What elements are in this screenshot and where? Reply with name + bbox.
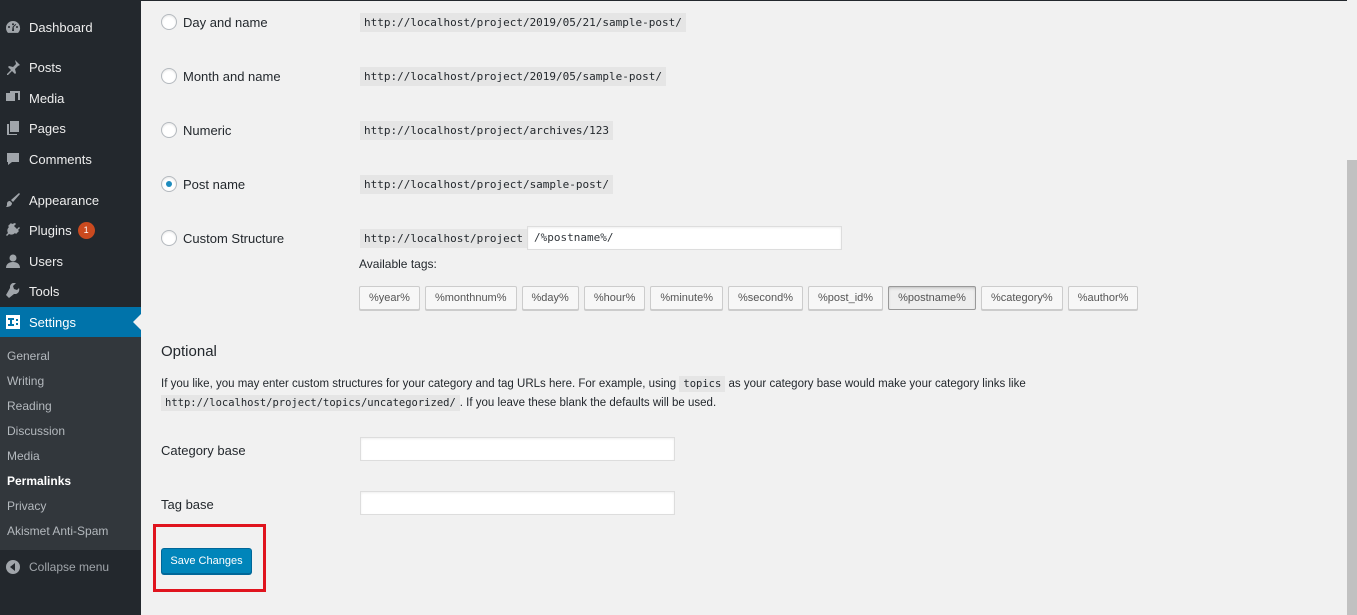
menu-label: Appearance (29, 192, 100, 208)
submenu-writing[interactable]: Writing (7, 374, 44, 388)
category-base-label: Category base (161, 443, 246, 458)
option-custom-structure[interactable]: Custom Structure (161, 230, 284, 246)
example-post-name: http://localhost/project/sample-post/ (360, 175, 614, 194)
desc-code-topics: topics (679, 376, 726, 392)
example-numeric: http://localhost/project/archives/123 (360, 121, 614, 140)
settings-icon (5, 314, 21, 330)
menu-label: Pages (29, 120, 66, 136)
desc-code-example-url: http://localhost/project/topics/uncatego… (161, 395, 460, 411)
brush-icon (5, 192, 21, 208)
submenu-media[interactable]: Media (7, 449, 40, 463)
comment-icon (5, 151, 21, 167)
scrollbar[interactable] (1347, 0, 1357, 615)
menu-label: Users (29, 253, 63, 269)
option-post-name[interactable]: Post name (161, 176, 245, 192)
menu-label: Tools (29, 283, 60, 299)
tag-base-label: Tag base (161, 497, 214, 512)
example-day-and-name: http://localhost/project/2019/05/21/samp… (360, 13, 686, 32)
menu-appearance[interactable]: Appearance (0, 185, 141, 215)
optional-description: If you like, you may enter custom struct… (161, 375, 1241, 413)
menu-tools[interactable]: Tools (0, 276, 141, 306)
tag-second-button[interactable]: %second% (727, 286, 804, 310)
submenu-general[interactable]: General (7, 349, 50, 363)
tag-post-id-button[interactable]: %post_id% (808, 286, 884, 310)
tag-year-button[interactable]: %year% (359, 286, 420, 310)
submenu-akismet[interactable]: Akismet Anti-Spam (7, 524, 108, 538)
tag-day-button[interactable]: %day% (521, 286, 579, 310)
tag-category-button[interactable]: %category% (980, 286, 1063, 310)
collapse-menu-label: Collapse menu (29, 560, 110, 574)
option-label: Post name (183, 176, 246, 192)
menu-comments[interactable]: Comments (0, 144, 141, 174)
submenu-discussion[interactable]: Discussion (7, 424, 65, 438)
option-label: Custom Structure (183, 230, 285, 246)
option-numeric[interactable]: Numeric (161, 122, 231, 138)
save-changes-button[interactable]: Save Changes (161, 548, 252, 574)
menu-label: Dashboard (29, 19, 93, 35)
radio-day-and-name[interactable] (161, 14, 177, 30)
tag-author-button[interactable]: %author% (1067, 286, 1139, 310)
pin-icon (5, 59, 21, 75)
optional-heading: Optional (161, 343, 217, 360)
radio-month-and-name[interactable] (161, 68, 177, 84)
collapse-arrow-icon (6, 560, 20, 574)
desc-text: as your category base would make your ca… (728, 378, 1026, 390)
menu-label: Media (29, 90, 65, 106)
radio-numeric[interactable] (161, 122, 177, 138)
available-tags: %year% %monthnum% %day% %hour% %minute% … (359, 286, 1139, 310)
option-label: Numeric (183, 122, 232, 138)
desc-text: If you like, you may enter custom struct… (161, 378, 677, 390)
tag-postname-button[interactable]: %postname% (888, 286, 976, 310)
submenu-reading[interactable]: Reading (7, 399, 52, 413)
menu-dashboard[interactable]: Dashboard (0, 12, 141, 42)
option-label: Day and name (183, 14, 268, 30)
wrench-icon (5, 283, 21, 299)
radio-post-name[interactable] (161, 176, 177, 192)
custom-structure-input[interactable]: /%postname%/ (527, 226, 842, 250)
available-tags-label: Available tags: (359, 257, 437, 271)
pages-icon (5, 120, 21, 136)
desc-text: . If you leave these blank the defaults … (459, 397, 717, 409)
menu-pages[interactable]: Pages (0, 113, 141, 143)
update-count-badge: 1 (77, 221, 95, 239)
settings-submenu: General Writing Reading Discussion Media… (0, 337, 141, 550)
admin-sidebar: Dashboard Posts Media Pages Comments App… (0, 0, 141, 615)
plug-icon (5, 222, 21, 238)
collapse-menu-button[interactable]: Collapse menu (0, 555, 141, 579)
menu-media[interactable]: Media (0, 83, 141, 113)
menu-label: Plugins (29, 222, 72, 238)
submenu-permalinks[interactable]: Permalinks (7, 474, 71, 488)
media-icon (5, 90, 21, 106)
menu-settings[interactable]: Settings (0, 307, 141, 337)
option-label: Month and name (183, 68, 281, 84)
menu-label: Posts (29, 59, 62, 75)
tag-minute-button[interactable]: %minute% (650, 286, 723, 310)
menu-label: Comments (29, 151, 92, 167)
menu-users[interactable]: Users (0, 246, 141, 276)
example-month-and-name: http://localhost/project/2019/05/sample-… (360, 67, 667, 86)
category-base-input[interactable] (360, 437, 675, 461)
admin-bar-edge (141, 0, 1357, 1)
scrollbar-thumb[interactable] (1347, 160, 1357, 615)
tag-monthnum-button[interactable]: %monthnum% (424, 286, 517, 310)
submenu-privacy[interactable]: Privacy (7, 499, 46, 513)
option-day-and-name[interactable]: Day and name (161, 14, 268, 30)
user-icon (5, 253, 21, 269)
option-month-and-name[interactable]: Month and name (161, 68, 281, 84)
menu-posts[interactable]: Posts (0, 52, 141, 82)
menu-label: Settings (29, 314, 76, 330)
tag-base-input[interactable] (360, 491, 675, 515)
tag-hour-button[interactable]: %hour% (583, 286, 646, 310)
dashboard-icon (5, 19, 21, 35)
menu-plugins[interactable]: Plugins 1 (0, 215, 141, 245)
custom-structure-prefix: http://localhost/project (360, 229, 527, 248)
radio-custom-structure[interactable] (161, 230, 177, 246)
